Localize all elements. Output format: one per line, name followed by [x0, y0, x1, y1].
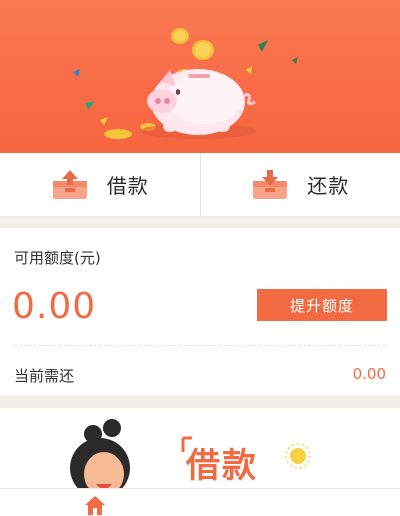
promo-text: 借款 [186, 446, 258, 486]
available-credit-title: 可用额度(元) [14, 249, 101, 267]
tray-download-icon [253, 169, 288, 199]
promo-banner[interactable]: 借款 [0, 408, 400, 488]
repay-label: 还款 [307, 174, 350, 198]
current-due-value: 0.00 [352, 365, 386, 383]
raise-limit-button[interactable]: 提升额度 [257, 289, 387, 321]
action-row: 借款 还款 [0, 153, 400, 217]
available-credit-amount: 0.00 [12, 286, 97, 327]
hero-banner [0, 0, 400, 153]
repay-button[interactable]: 还款 [199, 153, 400, 216]
tray-upload-icon [52, 169, 87, 199]
borrow-button[interactable]: 借款 [0, 153, 200, 216]
bottom-nav [0, 488, 400, 516]
piggy-bank-illustration [73, 28, 298, 139]
app-screen: 借款 还款 可用额度(元) 0.00 提升额度 当前需还 0.00 借款 [0, 0, 400, 516]
credit-card: 可用额度(元) 0.00 提升额度 当前需还 0.00 [0, 228, 400, 395]
divider [14, 345, 386, 346]
borrow-label: 借款 [106, 174, 149, 198]
current-due-label: 当前需还 [14, 367, 75, 385]
home-icon[interactable] [84, 495, 106, 515]
